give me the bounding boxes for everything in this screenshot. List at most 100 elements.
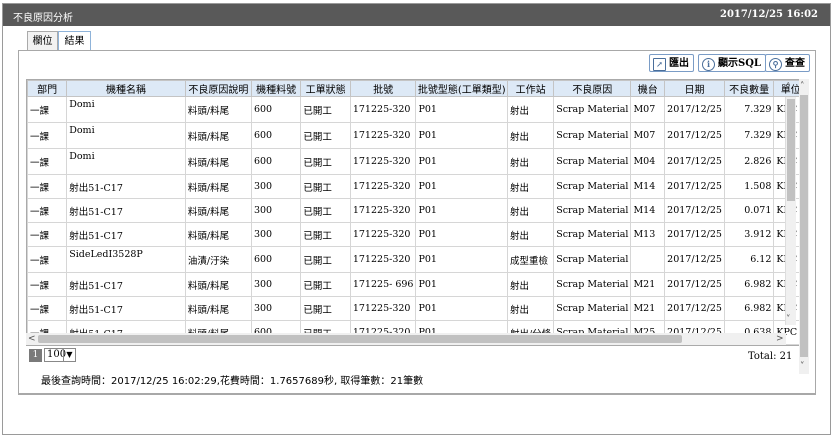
column-header[interactable]: 批號 bbox=[349, 80, 417, 97]
table-cell: 射出51-C17 bbox=[66, 222, 186, 247]
table-cell: M13 bbox=[630, 222, 666, 247]
grid-scroll-down-icon[interactable]: ˅ bbox=[786, 315, 791, 325]
table-cell: M21 bbox=[630, 272, 666, 297]
table-cell: 已開工 bbox=[300, 246, 351, 273]
header-datetime: 2017/12/25 16:02 bbox=[720, 9, 818, 20]
column-header[interactable]: 部門 bbox=[27, 80, 68, 97]
table-cell: 2017/12/25 bbox=[664, 296, 725, 321]
table-cell: 一課 bbox=[27, 246, 68, 273]
table-cell bbox=[630, 246, 666, 273]
table-cell: 1.508 bbox=[723, 174, 775, 199]
export-icon: ↗ bbox=[653, 58, 666, 71]
table-cell: 已開工 bbox=[300, 198, 351, 223]
table-cell: P01 bbox=[415, 174, 508, 199]
table-cell: 料頭/料尾 bbox=[184, 174, 252, 199]
panel-scroll-down-icon[interactable]: ˅ bbox=[800, 362, 805, 372]
column-header[interactable]: 不良原因說明 bbox=[184, 80, 252, 97]
table-row[interactable]: 一課 射出51-C17 料頭/料尾 300 已開工 171225-320 P01 射出 Scra… bbox=[27, 222, 808, 247]
table-cell: 600 bbox=[250, 246, 302, 273]
table-row[interactable]: 一課 射出51-C17 料頭/料尾 300 已開工 171225- 696 P01 射出 Scr… bbox=[27, 272, 808, 297]
table-row[interactable]: 一課 SideLedI3528P 油漬/汙染 600 已開工 171225-320 P01 成… bbox=[27, 246, 808, 273]
table-cell: 料頭/料尾 bbox=[184, 148, 252, 175]
column-header[interactable]: 機台 bbox=[630, 80, 666, 97]
export-button[interactable]: ↗ 匯出 bbox=[649, 54, 694, 72]
table-cell: 油漬/汙染 bbox=[184, 246, 252, 273]
panel-vertical-scroll-thumb[interactable] bbox=[800, 95, 808, 357]
grid-vertical-scroll-thumb[interactable] bbox=[787, 99, 795, 201]
tab-results[interactable]: 結果 bbox=[58, 31, 91, 51]
table-cell: 料頭/料尾 bbox=[184, 122, 252, 149]
page-size-select[interactable]: 100 ▼ bbox=[44, 348, 76, 362]
table-cell: 2017/12/25 bbox=[664, 246, 725, 273]
table-cell: Domi bbox=[66, 148, 186, 175]
table-cell: 已開工 bbox=[300, 174, 351, 199]
table-cell: 2017/12/25 bbox=[664, 148, 725, 175]
table-cell: Scrap Material bbox=[553, 122, 632, 149]
table-cell: 171225-320 bbox=[349, 198, 417, 223]
table-cell: P01 bbox=[415, 272, 508, 297]
table-cell: 一課 bbox=[27, 198, 68, 223]
table-cell: 2017/12/25 bbox=[664, 122, 725, 149]
table-cell: 300 bbox=[250, 272, 302, 297]
table-cell: 射出51-C17 bbox=[66, 272, 186, 297]
column-header[interactable]: 工單狀態 bbox=[300, 80, 351, 97]
table-cell: 料頭/料尾 bbox=[184, 198, 252, 223]
panel-scroll-up-icon[interactable]: ˄ bbox=[800, 82, 805, 92]
column-header[interactable]: 工作站 bbox=[506, 80, 555, 97]
table-cell: 料頭/料尾 bbox=[184, 296, 252, 321]
table-cell: 一課 bbox=[27, 222, 68, 247]
table-cell: 171225-320 bbox=[349, 148, 417, 175]
table-cell: 171225-320 bbox=[349, 96, 417, 123]
column-header[interactable]: 不良原因 bbox=[553, 80, 632, 97]
panel-vertical-scrollbar[interactable]: ˄ ˅ bbox=[799, 79, 809, 374]
column-header[interactable]: 日期 bbox=[664, 80, 725, 97]
column-header[interactable]: 批號型態(工單類型) bbox=[415, 80, 508, 97]
table-cell: 射出 bbox=[506, 122, 555, 149]
table-cell: 300 bbox=[250, 198, 302, 223]
table-cell: 171225-320 bbox=[349, 222, 417, 247]
table-cell: Scrap Material bbox=[553, 296, 632, 321]
grid-horizontal-scrollbar[interactable]: < > bbox=[26, 333, 786, 345]
table-row[interactable]: 一課 射出51-C17 料頭/料尾 300 已開工 171225-320 P01 射出 Scra… bbox=[27, 296, 808, 321]
table-cell: 料頭/料尾 bbox=[184, 222, 252, 247]
table-cell: 射出51-C17 bbox=[66, 296, 186, 321]
table-row[interactable]: 一課 Domi 料頭/料尾 600 已開工 171225-320 P01 射出 Scrap Ma… bbox=[27, 96, 808, 123]
table-cell: 射出 bbox=[506, 174, 555, 199]
table-row[interactable]: 一課 射出51-C17 料頭/料尾 300 已開工 171225-320 P01 射出 Scra… bbox=[27, 198, 808, 223]
table-cell: Domi bbox=[66, 122, 186, 149]
grid-scroll-up-icon[interactable]: ˄ bbox=[786, 83, 791, 93]
table-row[interactable]: 一課 射出51-C17 料頭/料尾 300 已開工 171225-320 P01 射出 Scra… bbox=[27, 174, 808, 199]
table-cell: M14 bbox=[630, 198, 666, 223]
table-cell: 300 bbox=[250, 174, 302, 199]
table-cell: 600 bbox=[250, 96, 302, 123]
table-cell: P01 bbox=[415, 198, 508, 223]
table-cell: Scrap Material bbox=[553, 222, 632, 247]
table-cell: 2017/12/25 bbox=[664, 272, 725, 297]
column-header[interactable]: 機種名稱 bbox=[66, 80, 186, 97]
table-cell: Scrap Material bbox=[553, 96, 632, 123]
table-cell: 已開工 bbox=[300, 296, 351, 321]
grid-scroll-left-icon[interactable]: < bbox=[28, 334, 36, 344]
column-header[interactable]: 不良數量 bbox=[723, 80, 775, 97]
table-cell: M04 bbox=[630, 148, 666, 175]
show-sql-button[interactable]: i 顯示SQL bbox=[698, 54, 766, 72]
table-cell: Domi bbox=[66, 96, 186, 123]
total-count: Total: 21 bbox=[748, 351, 793, 362]
table-row[interactable]: 一課 Domi 料頭/料尾 600 已開工 171225-320 P01 射出 Scrap Ma… bbox=[27, 122, 808, 149]
window-title: 不良原因分析 bbox=[13, 13, 73, 24]
column-header[interactable]: 機種料號 bbox=[250, 80, 302, 97]
divider bbox=[18, 394, 816, 395]
table-cell: 3.912 bbox=[723, 222, 775, 247]
query-button[interactable]: ⚲ 查查 bbox=[765, 54, 810, 72]
page-number-button[interactable]: 1 bbox=[29, 349, 42, 362]
table-cell: 0.071 bbox=[723, 198, 775, 223]
table-cell: 600 bbox=[250, 148, 302, 175]
table-cell: 一課 bbox=[27, 174, 68, 199]
grid-scroll-right-icon[interactable]: > bbox=[776, 334, 784, 344]
search-icon: ⚲ bbox=[769, 58, 782, 71]
table-row[interactable]: 一課 Domi 料頭/料尾 600 已開工 171225-320 P01 射出 Scrap Ma… bbox=[27, 148, 808, 175]
table-cell: 射出 bbox=[506, 272, 555, 297]
grid-horizontal-scroll-thumb[interactable] bbox=[38, 335, 682, 343]
grid-vertical-scrollbar[interactable] bbox=[785, 97, 796, 325]
tab-fields[interactable]: 欄位 bbox=[27, 31, 58, 50]
